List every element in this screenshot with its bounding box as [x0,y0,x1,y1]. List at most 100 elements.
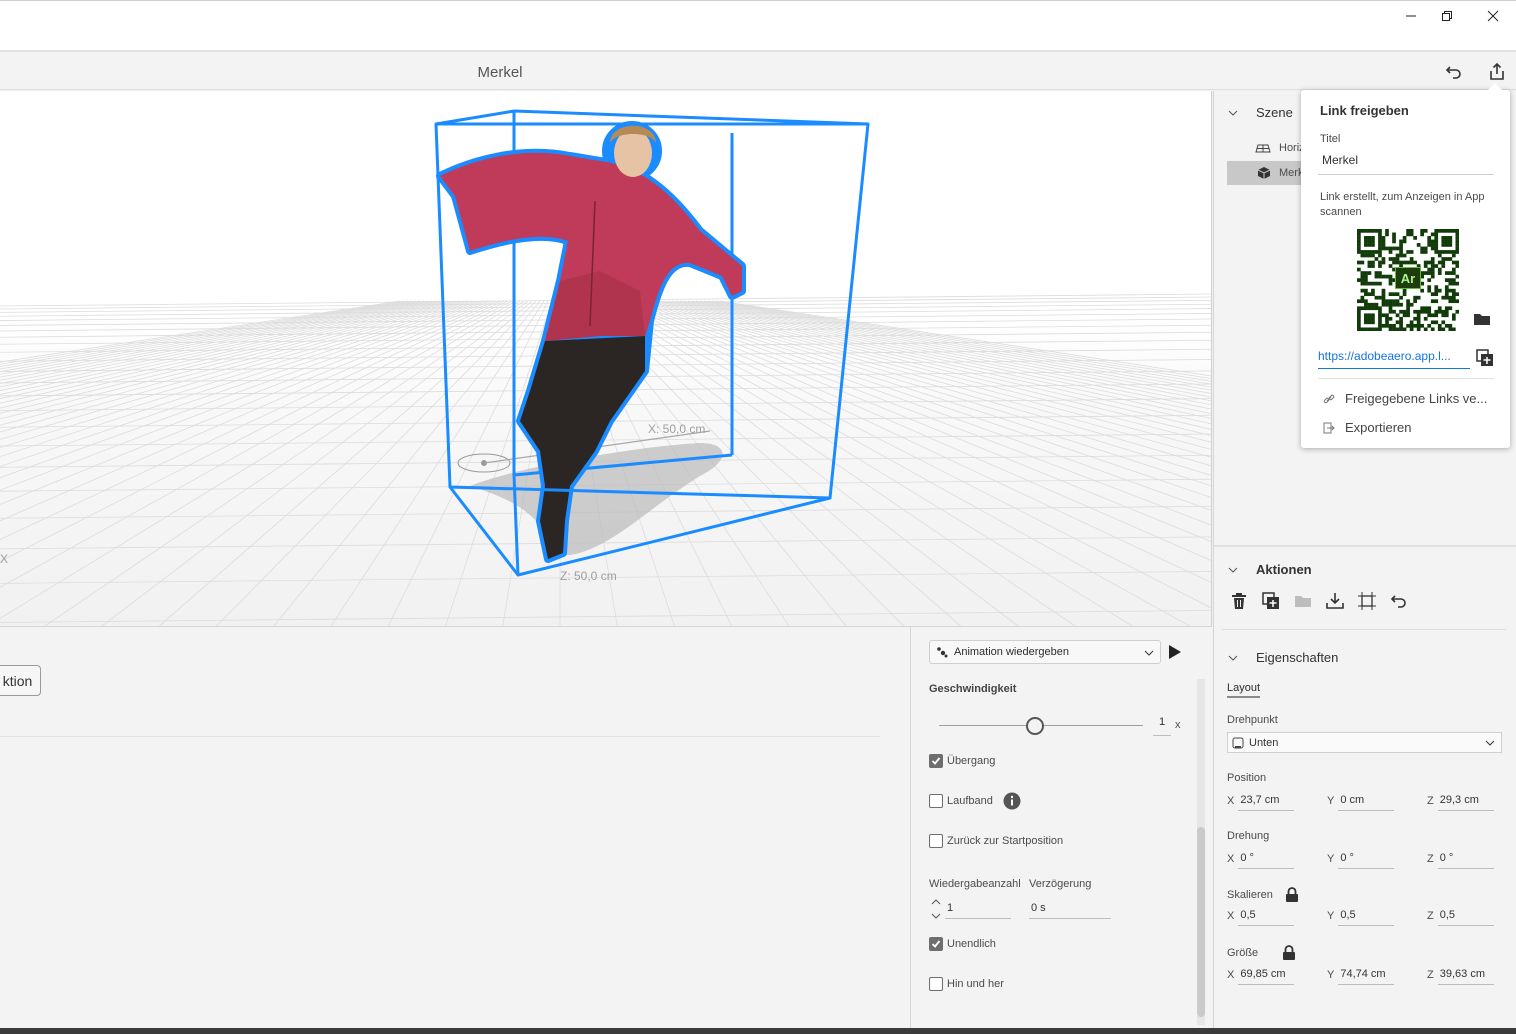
qr-module [1399,243,1403,247]
qr-module [1364,292,1368,297]
axis-y-label: Y [1327,795,1335,807]
speed-value-input[interactable]: 1 [1153,716,1171,736]
qr-module [1364,271,1368,275]
infinite-checkbox[interactable]: Unendlich [929,937,996,951]
qr-module [1420,232,1425,237]
scene-section-header[interactable]: Szene [1228,105,1293,120]
lock-icon[interactable] [1285,887,1299,903]
lock-icon[interactable] [1282,945,1296,961]
qr-module [1399,323,1403,328]
tab-layout[interactable]: Layout [1227,682,1261,698]
qr-module [1364,274,1368,279]
qr-module [1360,281,1365,286]
action-type-select[interactable]: Animation wiedergeben [929,640,1161,664]
qr-module [1399,316,1403,321]
speed-slider-thumb[interactable] [1025,717,1044,735]
checkbox-box[interactable] [929,754,943,768]
qr-module [1430,271,1435,275]
properties-section-header[interactable]: Eigenschaften [1228,650,1338,665]
restore-button[interactable] [1424,1,1470,31]
qr-module [1402,292,1407,297]
3d-viewport[interactable]: X: 50,0 cm Z: 50,0 cm X [0,91,1212,626]
share-button[interactable] [1483,60,1511,84]
qr-module [1364,236,1368,240]
qr-module [1451,250,1456,254]
qr-module [1360,260,1365,265]
qr-module [1357,306,1361,311]
scale-z-input[interactable]: 0,5 [1437,906,1494,926]
qr-module [1378,243,1382,247]
scene-canvas[interactable]: X: 50,0 cm Z: 50,0 cm X [0,91,1212,626]
qr-module [1423,246,1428,251]
checkbox-box[interactable] [929,937,943,951]
fit-bounds-button[interactable] [1356,590,1378,612]
play-button[interactable] [1165,642,1185,662]
qr-module [1402,313,1407,318]
title-input[interactable]: Merkel [1318,153,1494,175]
qr-module [1364,299,1368,304]
rotation-z-input[interactable]: 0 ° [1437,849,1494,869]
rotation-x-input[interactable]: 0 ° [1238,849,1295,869]
export-item[interactable]: Exportieren [1323,420,1411,435]
position-z-input[interactable]: 29,3 cm [1437,791,1494,811]
axis-y-label: Y [1327,969,1335,981]
checkbox-box[interactable] [929,977,943,991]
position-y-input[interactable]: 0 cm [1338,791,1395,811]
qr-module [1441,313,1446,318]
transition-checkbox[interactable]: Übergang [929,754,995,768]
add-action-button[interactable]: ktion [0,665,41,696]
delay-input[interactable]: 0 s [1029,899,1111,919]
axis-x-label: X [1227,853,1235,865]
qr-module [1388,316,1393,321]
drop-to-ground-button[interactable] [1324,590,1346,612]
qr-module [1360,278,1365,282]
qr-module [1437,323,1442,328]
qr-module [1374,271,1379,275]
qr-module [1367,320,1372,325]
copy-link-button[interactable] [1476,349,1494,370]
qr-module [1395,246,1400,251]
checkbox-box[interactable] [929,794,943,808]
treadmill-checkbox[interactable]: Laufband [929,792,1021,810]
pingpong-checkbox[interactable]: Hin und her [929,977,1004,991]
qr-module [1388,250,1393,254]
actions-section-header[interactable]: Aktionen [1228,562,1312,577]
pivot-select[interactable]: Unten [1227,732,1502,753]
share-link-field[interactable]: https://adobeaero.app.l... [1318,349,1470,369]
qr-module [1402,327,1407,331]
scale-x-input[interactable]: 0,5 [1238,906,1295,926]
qr-module [1357,236,1361,240]
qr-module [1371,253,1375,258]
checkbox-box[interactable] [929,834,943,848]
rotation-y-input[interactable]: 0 ° [1338,849,1395,869]
qr-module [1392,327,1396,331]
stepper-icon[interactable] [931,898,941,920]
grid-line [0,610,1211,623]
manage-shared-links-item[interactable]: Freigegebene Links ve... [1323,391,1487,406]
repeat-count-input[interactable]: 1 [945,899,1011,919]
close-window-button[interactable] [1470,1,1516,31]
size-y-input[interactable]: 74,74 cm [1338,965,1395,985]
scrollbar-thumb[interactable] [1197,827,1205,1017]
duplicate-button[interactable] [1260,590,1282,612]
status-bar [0,1028,1516,1034]
qr-module [1357,278,1361,282]
qr-module [1392,236,1396,240]
qr-module [1364,278,1368,282]
qr-module [1367,292,1372,297]
size-x-input[interactable]: 69,85 cm [1238,965,1295,985]
reset-transform-button[interactable] [1388,590,1410,612]
reset-position-checkbox[interactable]: Zurück zur Startposition [929,834,1063,848]
folder-button[interactable] [1292,590,1314,612]
qr-module [1399,253,1403,258]
save-qr-button[interactable] [1473,312,1491,329]
position-x-input[interactable]: 23,7 cm [1238,791,1295,811]
info-icon[interactable] [1003,792,1021,810]
size-z-input[interactable]: 39,63 cm [1437,965,1494,985]
qr-module [1367,264,1372,268]
delete-button[interactable] [1228,590,1250,612]
scale-y-input[interactable]: 0,5 [1338,906,1395,926]
copy-icon [1476,349,1493,366]
qr-module [1448,239,1453,244]
undo-button[interactable] [1440,60,1468,84]
